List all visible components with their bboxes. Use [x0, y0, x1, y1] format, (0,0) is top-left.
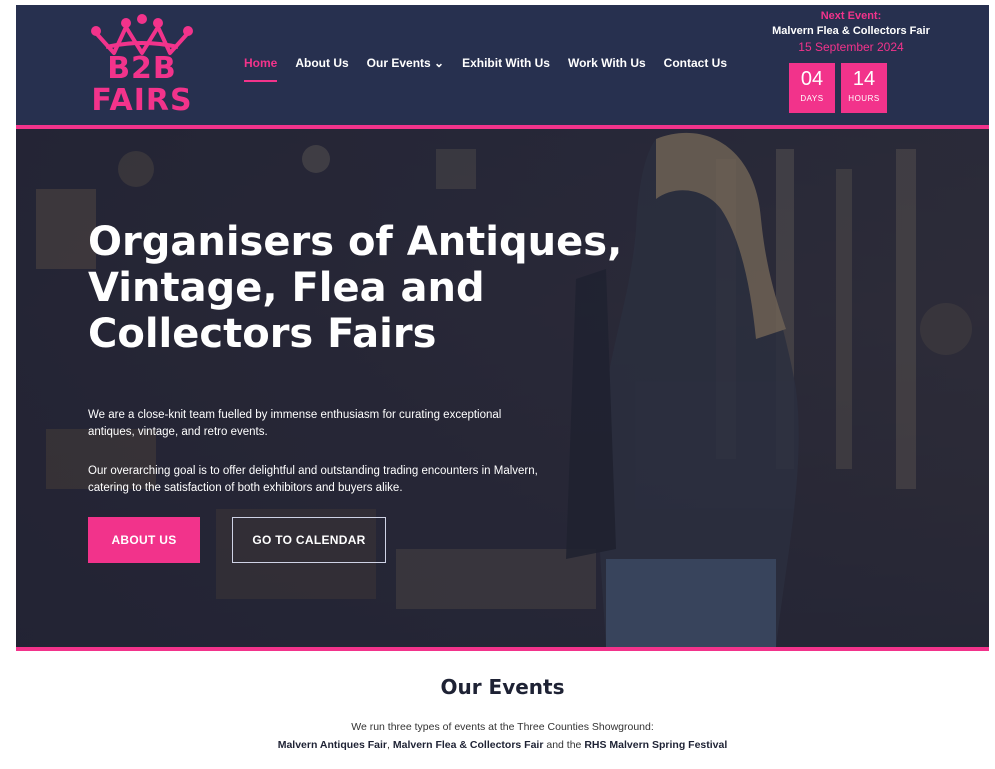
- events-separator-2: and the: [543, 739, 585, 751]
- countdown-days: 04 DAYS: [789, 63, 835, 113]
- site-header: B2B FAIRS Home About Us Our Events ⌄ Exh…: [16, 5, 989, 129]
- page-frame: B2B FAIRS Home About Us Our Events ⌄ Exh…: [16, 5, 989, 769]
- countdown-days-value: 04: [800, 68, 824, 90]
- our-events-heading: Our Events: [440, 675, 565, 699]
- countdown-hours: 14 HOURS: [841, 63, 887, 113]
- nav-our-events[interactable]: Our Events ⌄: [367, 56, 444, 70]
- next-event-name[interactable]: Malvern Flea & Collectors Fair: [751, 25, 951, 37]
- next-event-label: Next Event:: [820, 10, 882, 22]
- hero-title: Organisers of Antiques, Vintage, Flea an…: [88, 219, 623, 357]
- countdown-hours-value: 14: [852, 68, 876, 90]
- about-us-button[interactable]: ABOUT US: [88, 517, 200, 563]
- hero-paragraph-2: Our overarching goal is to offer delight…: [88, 465, 538, 494]
- logo-text-fairs: FAIRS: [91, 83, 193, 118]
- main-nav: Home About Us Our Events ⌄ Exhibit With …: [244, 56, 745, 82]
- countdown-days-unit: DAYS: [800, 94, 824, 103]
- hero-background-image: [16, 129, 989, 647]
- our-events-list: Malvern Antiques Fair, Malvern Flea & Co…: [16, 739, 989, 751]
- event-link-flea[interactable]: Malvern Flea & Collectors Fair: [393, 739, 544, 751]
- site-logo[interactable]: B2B FAIRS: [86, 11, 198, 119]
- our-events-intro: We run three types of events at the Thre…: [351, 721, 654, 733]
- hero-section: Organisers of Antiques, Vintage, Flea an…: [16, 129, 989, 647]
- nav-home[interactable]: Home: [244, 56, 278, 82]
- event-link-rhs[interactable]: RHS Malvern Spring Festival: [584, 739, 727, 751]
- hero-paragraph-1: We are a close-knit team fuelled by imme…: [88, 409, 502, 438]
- next-event-date: 15 September 2024: [798, 40, 904, 54]
- nav-work-with-us[interactable]: Work With Us: [568, 56, 646, 70]
- logo-text-b2b: B2B: [107, 51, 177, 86]
- our-events-section: Our Events We run three types of events …: [16, 651, 989, 769]
- countdown-hours-unit: HOURS: [848, 94, 880, 103]
- next-event-widget: Next Event: Malvern Flea & Collectors Fa…: [751, 10, 951, 54]
- nav-contact-us[interactable]: Contact Us: [664, 56, 727, 70]
- nav-about-us[interactable]: About Us: [295, 56, 348, 70]
- nav-exhibit-with-us[interactable]: Exhibit With Us: [462, 56, 550, 70]
- go-to-calendar-button[interactable]: GO TO CALENDAR: [232, 517, 386, 563]
- event-link-antiques[interactable]: Malvern Antiques Fair: [278, 739, 387, 751]
